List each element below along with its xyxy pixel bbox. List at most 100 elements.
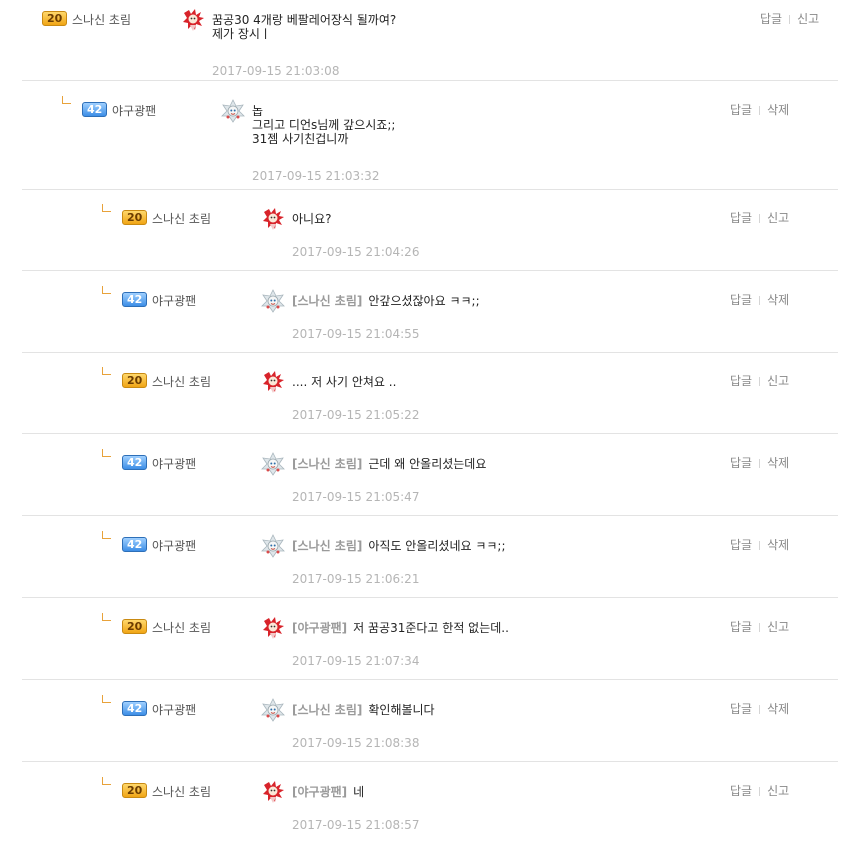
comment-date: 2017-09-15 21:07:34 [292,654,420,668]
divider [759,623,761,632]
reply-arrow-icon [102,531,111,539]
comment-body: 확인해볼니다 [368,703,435,717]
comment-body: 놉 그리고 디언s님께 갚으시죠;; 31젬 사기친겁니까 [252,104,396,146]
comment-date: 2017-09-15 21:05:47 [292,490,420,504]
comment-actions: 답글 신고 [760,10,819,27]
red-creature-avatar[interactable] [260,615,286,641]
reply-arrow-icon [102,695,111,703]
level-badge: 42 [122,701,148,716]
red-creature-avatar[interactable] [260,779,286,805]
comment-item: 42 야구광팬 [스나신 초림] 안갚으셨잖아요 ㅋㅋ;; 2017-09-15 21:… [0,286,842,359]
reply-arrow-icon [102,613,111,621]
report-button[interactable]: 신고 [767,211,789,225]
author-name[interactable]: 야구광팬 [152,455,196,472]
reply-button[interactable]: 답글 [730,702,752,716]
comment-text: 놉 그리고 디언s님께 갚으시죠;; 31젬 사기친겁니까 [252,104,395,146]
divider [759,459,761,468]
comment-text: [스나신 초림] 확인해볼니다 [292,703,435,717]
comment-date: 2017-09-15 21:06:21 [292,572,420,586]
comment-text: [야구광팬] 저 꿈공31준다고 한적 없는데.. [292,621,509,635]
level-badge: 20 [42,11,68,26]
mention-tag[interactable]: [스나신 초림] [292,294,362,308]
delete-button[interactable]: 삭제 [767,456,789,470]
comment-body: 네 [353,785,365,799]
delete-button[interactable]: 삭제 [767,702,789,716]
comment-date: 2017-09-15 21:08:57 [292,818,420,832]
comment-item: 20 스나신 초림 .... 저 사기 안쳐요 .. 2017-09-15 21:05… [0,367,842,440]
divider [759,106,761,115]
author-name[interactable]: 스나신 초림 [152,210,211,227]
comment-body: 아직도 안올리셨네요 ㅋㅋ;; [368,539,506,553]
author-name[interactable]: 야구광팬 [112,102,156,119]
reply-button[interactable]: 답글 [730,620,752,634]
reply-button[interactable]: 답글 [730,456,752,470]
report-button[interactable]: 신고 [767,620,789,634]
comment-date: 2017-09-15 21:03:08 [212,64,340,78]
reply-arrow-icon [102,367,111,375]
comment-actions: 답글 신고 [730,372,789,389]
author-name[interactable]: 야구광팬 [152,701,196,718]
mention-tag[interactable]: [야구광팬] [292,621,347,635]
report-button[interactable]: 신고 [797,12,819,26]
delete-button[interactable]: 삭제 [767,538,789,552]
author-name[interactable]: 스나신 초림 [152,373,211,390]
silver-creature-avatar[interactable] [260,533,286,559]
comment-date: 2017-09-15 21:05:22 [292,408,420,422]
mention-tag[interactable]: [야구광팬] [292,785,347,799]
mention-tag[interactable]: [스나신 초림] [292,703,362,717]
level-badge: 20 [122,210,148,225]
comment-item: 42 야구광팬 [스나신 초림] 확인해볼니다 2017-09-15 21:08:38 답… [0,695,842,768]
comment-text: 꿈공30 4개랑 베팔레어장식 될까여? 제가 장시ㅣ [212,13,396,41]
level-badge: 42 [122,537,148,552]
mention-tag[interactable]: [스나신 초림] [292,457,362,471]
reply-button[interactable]: 답글 [730,293,752,307]
level-badge: 42 [82,102,108,117]
reply-arrow-icon [102,449,111,457]
silver-creature-avatar[interactable] [260,697,286,723]
comment-actions: 답글 삭제 [730,536,789,553]
report-button[interactable]: 신고 [767,784,789,798]
comment-text: .... 저 사기 안쳐요 .. [292,375,396,389]
reply-button[interactable]: 답글 [730,538,752,552]
comment-item: 20 스나신 초림 꿈공30 4개랑 베팔레어장식 될까여? 제가 장시ㅣ 2017-… [0,6,842,78]
reply-button[interactable]: 답글 [730,374,752,388]
comment-body: 아니요? [292,212,332,226]
comment-body: 안갚으셨잖아요 ㅋㅋ;; [368,294,480,308]
delete-button[interactable]: 삭제 [767,293,789,307]
red-creature-avatar[interactable] [180,7,206,33]
delete-button[interactable]: 삭제 [767,103,789,117]
comment-item: 20 스나신 초림 [야구광팬] 저 꿈공31준다고 한적 없는데.. 2017-09-… [0,613,842,686]
reply-button[interactable]: 답글 [730,211,752,225]
comment-actions: 답글 신고 [730,618,789,635]
author-name[interactable]: 스나신 초림 [152,619,211,636]
reply-button[interactable]: 답글 [760,12,782,26]
comment-item: 42 야구광팬 [스나신 초림] 근데 왜 안올리셨는데요 2017-09-15 21:… [0,449,842,522]
red-creature-avatar[interactable] [260,369,286,395]
mention-tag[interactable]: [스나신 초림] [292,539,362,553]
comment-body: 저 꿈공31준다고 한적 없는데.. [353,621,509,635]
author-name[interactable]: 야구광팬 [152,537,196,554]
comment-body: 꿈공30 4개랑 베팔레어장식 될까여? 제가 장시ㅣ [212,13,397,41]
comment-text: [스나신 초림] 아직도 안올리셨네요 ㅋㅋ;; [292,539,506,553]
divider [759,377,761,386]
level-badge: 20 [122,373,148,388]
reply-button[interactable]: 답글 [730,784,752,798]
author-name[interactable]: 스나신 초림 [72,11,131,28]
comment-actions: 답글 삭제 [730,101,789,118]
silver-creature-avatar[interactable] [220,98,246,124]
level-badge: 20 [122,619,148,634]
comment-text: [야구광팬] 네 [292,785,364,799]
author-name[interactable]: 야구광팬 [152,292,196,309]
reply-arrow-icon [102,286,111,294]
silver-creature-avatar[interactable] [260,288,286,314]
reply-button[interactable]: 답글 [730,103,752,117]
comment-text: 아니요? [292,212,332,226]
author-name[interactable]: 스나신 초림 [152,783,211,800]
silver-creature-avatar[interactable] [260,451,286,477]
divider [759,541,761,550]
comment-date: 2017-09-15 21:03:32 [252,169,380,183]
red-creature-avatar[interactable] [260,206,286,232]
divider [789,15,791,24]
report-button[interactable]: 신고 [767,374,789,388]
divider [759,214,761,223]
